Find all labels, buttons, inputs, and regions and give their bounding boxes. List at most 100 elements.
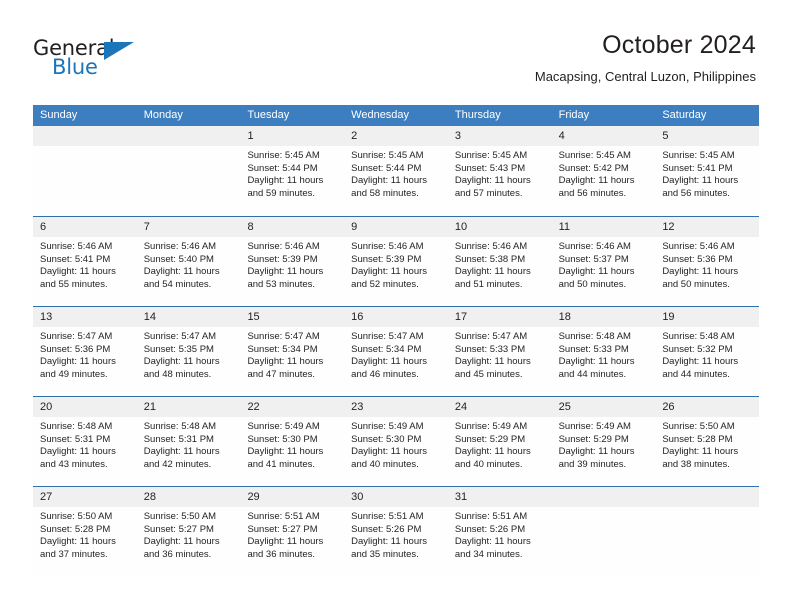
calendar-week-row: 6 Sunrise: 5:46 AM Sunset: 5:41 PM Daylight… [33,216,760,306]
day-cell-31[interactable]: 31 Sunrise: 5:51 AM Sunset: 5:26 PM Dayligh… [447,487,552,576]
daylight-text: Daylight: 11 hours and 46 minutes. [351,356,428,380]
day-sun-info: Sunrise: 5:49 AM Sunset: 5:29 PM Daylight:… [448,417,552,471]
day-number: 11 [551,217,656,237]
day-cell-27[interactable]: 27 Sunrise: 5:50 AM Sunset: 5:28 PM Dayligh… [33,487,137,576]
day-number: 22 [240,397,345,417]
logo-triangle-icon [104,42,134,60]
daylight-text: Daylight: 11 hours and 49 minutes. [40,356,116,380]
day-cell-21[interactable]: 21 Sunrise: 5:48 AM Sunset: 5:31 PM Dayligh… [136,397,241,486]
day-cell-8[interactable]: 8 Sunrise: 5:46 AM Sunset: 5:39 PM Daylight… [240,217,345,306]
sunset-text: Sunset: 5:35 PM [143,343,214,355]
day-number: 2 [344,126,448,146]
day-cell-5[interactable]: 5 Sunrise: 5:45 AM Sunset: 5:41 PM Daylight… [655,126,760,216]
day-sun-info: Sunrise: 5:46 AM Sunset: 5:41 PM Daylight:… [33,237,137,291]
day-sun-info: Sunrise: 5:46 AM Sunset: 5:36 PM Daylight:… [655,237,759,291]
day-cell-25[interactable]: 25 Sunrise: 5:49 AM Sunset: 5:29 PM Dayligh… [551,397,656,486]
sunrise-text: Sunrise: 5:51 AM [454,511,528,522]
day-sun-info: Sunrise: 5:51 AM Sunset: 5:26 PM Daylight:… [344,507,448,561]
day-cell-3[interactable]: 3 Sunrise: 5:45 AM Sunset: 5:43 PM Daylight… [447,126,552,216]
day-number: 10 [447,217,552,237]
day-number: 23 [344,397,448,417]
daylight-text: Daylight: 11 hours and 52 minutes. [351,266,428,290]
day-cell-14[interactable]: 14 Sunrise: 5:47 AM Sunset: 5:35 PM Dayligh… [136,307,241,396]
day-sun-info: Sunrise: 5:51 AM Sunset: 5:26 PM Daylight:… [448,507,552,561]
calendar-grid: Sunday Monday Tuesday Wednesday Thursday Frid… [33,105,760,576]
daylight-text: Daylight: 11 hours and 58 minutes. [351,175,428,199]
day-sun-info: Sunrise: 5:45 AM Sunset: 5:43 PM Daylight:… [448,146,552,200]
day-sun-info: Sunrise: 5:47 AM Sunset: 5:34 PM Daylight:… [344,327,448,381]
sunset-text: Sunset: 5:33 PM [454,343,526,355]
day-cell-9[interactable]: 9 Sunrise: 5:46 AM Sunset: 5:39 PM Daylight… [344,217,448,306]
day-sun-info: Sunrise: 5:50 AM Sunset: 5:28 PM Daylight:… [655,417,759,471]
day-cell-26[interactable]: 26 Sunrise: 5:50 AM Sunset: 5:28 PM Dayligh… [655,397,760,486]
day-number: 14 [136,307,241,327]
sunrise-text: Sunrise: 5:46 AM [247,241,320,252]
day-cell-16[interactable]: 16 Sunrise: 5:47 AM Sunset: 5:34 PM Dayligh… [344,307,448,396]
daylight-text: Daylight: 11 hours and 50 minutes. [662,266,739,290]
day-number [655,487,760,507]
day-cell-6[interactable]: 6 Sunrise: 5:46 AM Sunset: 5:41 PM Daylight… [33,217,137,306]
day-cell-7[interactable]: 7 Sunrise: 5:46 AM Sunset: 5:40 PM Daylight… [136,217,241,306]
sunrise-text: Sunrise: 5:45 AM [351,150,424,161]
sunset-text: Sunset: 5:34 PM [247,343,318,355]
general-blue-logo[interactable]: General Blue [33,36,163,84]
day-number: 21 [136,397,241,417]
sunset-text: Sunset: 5:34 PM [351,343,422,355]
sunrise-text: Sunrise: 5:49 AM [558,421,631,432]
daylight-text: Daylight: 11 hours and 50 minutes. [558,266,635,290]
sunrise-text: Sunrise: 5:50 AM [662,421,735,432]
day-number [551,487,656,507]
daylight-text: Daylight: 11 hours and 43 minutes. [40,446,116,470]
day-cell-18[interactable]: 18 Sunrise: 5:48 AM Sunset: 5:33 PM Dayligh… [551,307,656,396]
daylight-text: Daylight: 11 hours and 37 minutes. [40,536,116,560]
day-cell-20[interactable]: 20 Sunrise: 5:48 AM Sunset: 5:31 PM Dayligh… [33,397,137,486]
weekday-header-row: Sunday Monday Tuesday Wednesday Thursday Frid… [33,105,759,126]
day-sun-info: Sunrise: 5:47 AM Sunset: 5:34 PM Daylight:… [240,327,344,381]
sunset-text: Sunset: 5:36 PM [40,343,111,355]
day-cell-12[interactable]: 12 Sunrise: 5:46 AM Sunset: 5:36 PM Dayligh… [655,217,760,306]
day-number: 8 [240,217,345,237]
day-cell-4[interactable]: 4 Sunrise: 5:45 AM Sunset: 5:42 PM Daylight… [551,126,656,216]
day-sun-info: Sunrise: 5:48 AM Sunset: 5:33 PM Daylight:… [552,327,656,381]
day-sun-info: Sunrise: 5:45 AM Sunset: 5:44 PM Daylight:… [344,146,448,200]
sunrise-text: Sunrise: 5:46 AM [143,241,217,252]
page-title: October 2024 [602,31,756,59]
day-cell-24[interactable]: 24 Sunrise: 5:49 AM Sunset: 5:29 PM Dayligh… [447,397,552,486]
day-cell-11[interactable]: 11 Sunrise: 5:46 AM Sunset: 5:37 PM Dayligh… [551,217,656,306]
sunset-text: Sunset: 5:38 PM [454,253,526,265]
day-cell-15[interactable]: 15 Sunrise: 5:47 AM Sunset: 5:34 PM Dayligh… [240,307,345,396]
sunset-text: Sunset: 5:26 PM [351,523,422,535]
day-cell-2[interactable]: 2 Sunrise: 5:45 AM Sunset: 5:44 PM Daylight… [344,126,448,216]
day-cell-29[interactable]: 29 Sunrise: 5:51 AM Sunset: 5:27 PM Dayligh… [240,487,345,576]
weekday-header-tuesday: Tuesday [247,109,290,121]
day-cell-empty [655,487,760,576]
sunrise-text: Sunrise: 5:51 AM [247,511,320,522]
day-sun-info: Sunrise: 5:48 AM Sunset: 5:32 PM Daylight:… [655,327,759,381]
day-cell-13[interactable]: 13 Sunrise: 5:47 AM Sunset: 5:36 PM Dayligh… [33,307,137,396]
day-cell-28[interactable]: 28 Sunrise: 5:50 AM Sunset: 5:27 PM Dayligh… [136,487,241,576]
weekday-header-monday: Monday [143,109,183,121]
day-cell-23[interactable]: 23 Sunrise: 5:49 AM Sunset: 5:30 PM Dayligh… [344,397,448,486]
day-number: 3 [447,126,552,146]
sunrise-text: Sunrise: 5:46 AM [454,241,528,252]
day-cell-19[interactable]: 19 Sunrise: 5:48 AM Sunset: 5:32 PM Dayligh… [655,307,760,396]
day-number: 9 [344,217,448,237]
sunrise-text: Sunrise: 5:48 AM [558,331,631,342]
day-number: 12 [655,217,760,237]
day-cell-1[interactable]: 1 Sunrise: 5:45 AM Sunset: 5:44 PM Daylight… [240,126,345,216]
sunrise-text: Sunrise: 5:48 AM [143,421,217,432]
sunrise-text: Sunrise: 5:49 AM [454,421,528,432]
sunrise-text: Sunrise: 5:49 AM [351,421,424,432]
day-sun-info: Sunrise: 5:50 AM Sunset: 5:27 PM Daylight:… [137,507,241,561]
day-cell-17[interactable]: 17 Sunrise: 5:47 AM Sunset: 5:33 PM Dayligh… [447,307,552,396]
sunrise-text: Sunrise: 5:46 AM [558,241,631,252]
day-number: 16 [344,307,448,327]
day-cell-30[interactable]: 30 Sunrise: 5:51 AM Sunset: 5:26 PM Dayligh… [344,487,448,576]
day-cell-22[interactable]: 22 Sunrise: 5:49 AM Sunset: 5:30 PM Dayligh… [240,397,345,486]
day-cell-10[interactable]: 10 Sunrise: 5:46 AM Sunset: 5:38 PM Dayligh… [447,217,552,306]
daylight-text: Daylight: 11 hours and 34 minutes. [454,536,531,560]
weekday-header-saturday: Saturday [662,109,707,121]
day-cell-empty [136,126,241,216]
day-number: 4 [551,126,656,146]
sunset-text: Sunset: 5:40 PM [143,253,214,265]
